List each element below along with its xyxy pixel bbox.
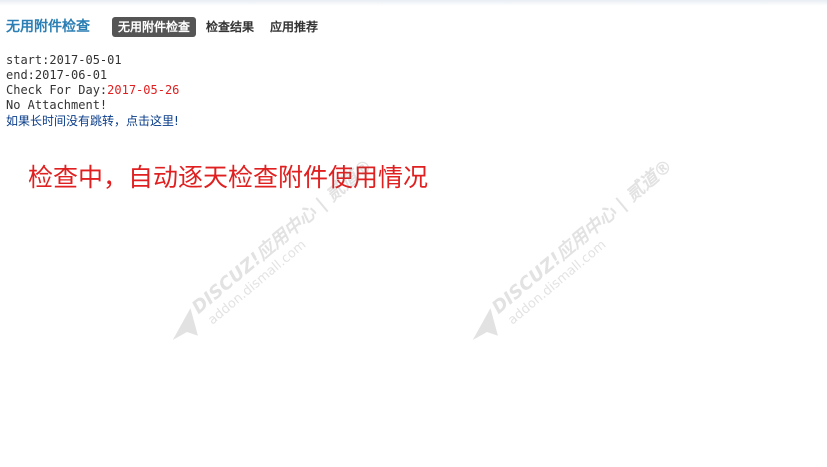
status-message: 检查中，自动逐天检查附件使用情况 [28,163,429,192]
start-date-line: start:2017-05-01 [6,53,122,67]
paper-plane-icon [172,308,198,340]
check-day-value: 2017-05-26 [107,83,180,97]
paper-plane-icon [472,308,498,340]
tab-bar: 无用附件检查 检查结果 应用推荐 [112,17,328,37]
page: 无用附件检查 无用附件检查 检查结果 应用推荐 start:2017-05-01… [0,0,827,467]
tab-check-results[interactable]: 检查结果 [200,17,260,37]
app-title: 无用附件检查 [6,19,90,35]
watermark: DISCUZ!应用中心 | 贰道® addon.dismall.com [450,133,709,367]
tab-app-recommend[interactable]: 应用推荐 [264,17,324,37]
watermark-line2: addon.dismall.com [505,237,610,329]
watermark-line1: DISCUZ!应用中心 | 贰道® [488,155,677,319]
check-day-line: Check For Day:2017-05-26 [6,83,179,98]
redirect-link[interactable]: 如果长时间没有跳转，点击这里! [6,114,179,129]
check-day-label: Check For Day: [6,83,108,97]
end-date-line: end:2017-06-01 [6,68,108,82]
attachment-status-line: No Attachment! [6,98,108,112]
header: 无用附件检查 无用附件检查 检查结果 应用推荐 [0,0,827,46]
progress-log: start:2017-05-01 end:2017-06-01 Check Fo… [6,53,179,113]
watermark-line2: addon.dismall.com [205,237,310,329]
tab-unused-attachment-check[interactable]: 无用附件检查 [112,17,197,37]
